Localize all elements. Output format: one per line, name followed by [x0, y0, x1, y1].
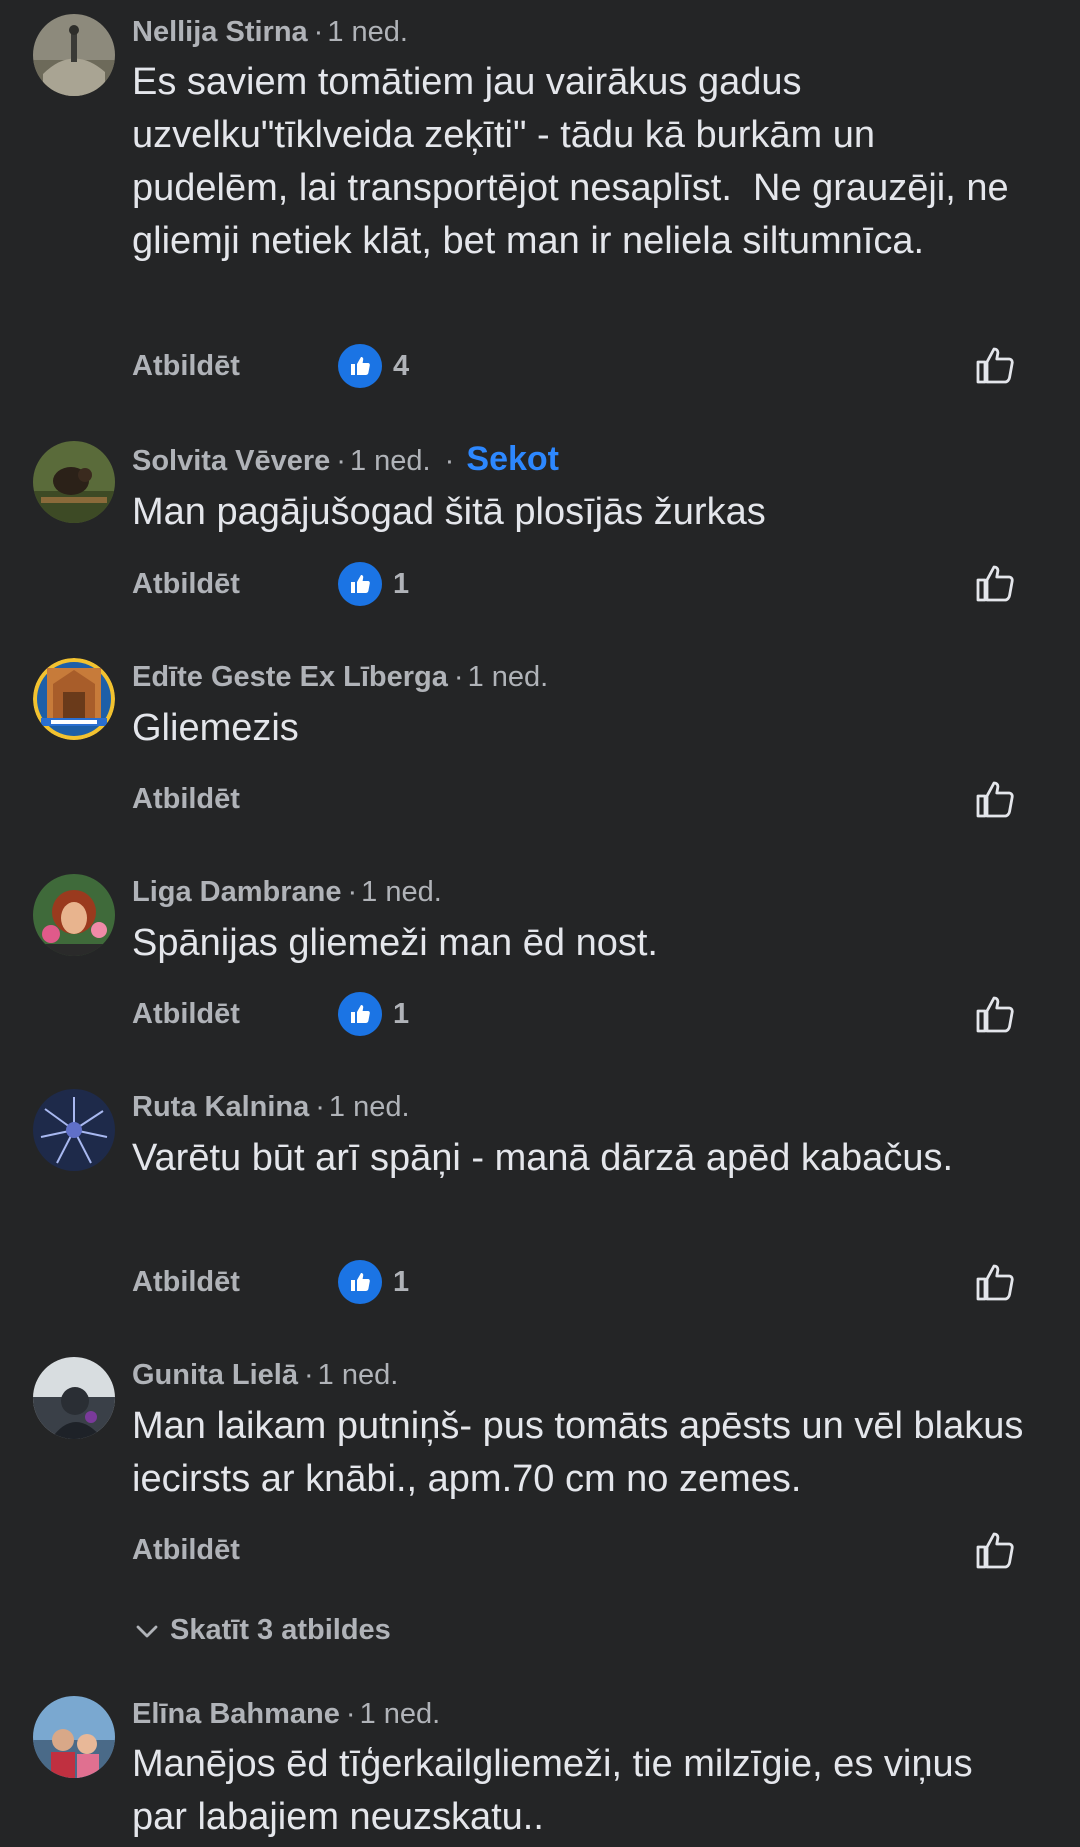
- avatar[interactable]: [33, 441, 115, 523]
- reply-button[interactable]: Atbildēt: [132, 1264, 240, 1300]
- reaction-count: 1: [393, 567, 410, 600]
- comment-text: Es saviem tomātiem jau vairākus gadus uz…: [132, 61, 1020, 262]
- author-name[interactable]: Edīte Geste Ex Līberga: [132, 661, 448, 693]
- separator-dot: ·: [313, 16, 324, 48]
- reply-button[interactable]: Atbildēt: [132, 1532, 240, 1568]
- timestamp[interactable]: 1 ned.: [318, 1359, 399, 1391]
- comment-meta: Nellija Stirna · 1 ned.: [132, 14, 408, 50]
- timestamp[interactable]: 1 ned.: [329, 1091, 410, 1123]
- separator-dot: ·: [345, 1698, 356, 1730]
- comment-meta: Ruta Kalnina · 1 ned.: [132, 1089, 410, 1125]
- thumbs-up-outline-icon[interactable]: [972, 1527, 1018, 1573]
- thumbs-up-outline-icon[interactable]: [972, 776, 1018, 822]
- thumbs-up-outline-icon[interactable]: [972, 991, 1018, 1037]
- reaction-count: 1: [393, 1265, 410, 1298]
- author-name[interactable]: Solvita Vēvere: [132, 445, 330, 477]
- thumbs-up-outline-icon[interactable]: [972, 560, 1018, 606]
- reaction-count: 4: [393, 349, 410, 382]
- comment-text: Varētu būt arī spāņi - manā dārzā apēd k…: [132, 1137, 954, 1179]
- avatar[interactable]: [33, 874, 115, 956]
- comment-meta: Gunita Lielā · 1 ned.: [132, 1357, 398, 1393]
- reaction-summary[interactable]: 1: [338, 562, 409, 606]
- reaction-summary[interactable]: 1: [338, 1260, 409, 1304]
- author-name[interactable]: Liga Dambrane: [132, 876, 342, 908]
- thumbs-up-outline-icon[interactable]: [972, 1259, 1018, 1305]
- chevron-down-icon: [136, 1625, 158, 1637]
- separator-dot: ·: [315, 1091, 325, 1123]
- separator-dot: ·: [453, 661, 464, 693]
- timestamp[interactable]: 1 ned.: [350, 445, 431, 477]
- comment-text: Manējos ēd tīģerkailgliemeži, tie milzīg…: [132, 1743, 984, 1838]
- timestamp[interactable]: 1 ned.: [360, 1698, 441, 1730]
- separator-dot: ·: [436, 445, 463, 477]
- comment-meta: Edīte Geste Ex Līberga · 1 ned.: [132, 659, 548, 695]
- avatar[interactable]: [33, 1089, 115, 1171]
- avatar[interactable]: [33, 658, 115, 740]
- separator-dot: ·: [303, 1359, 314, 1391]
- timestamp[interactable]: 1 ned.: [468, 661, 549, 693]
- reply-button[interactable]: Atbildēt: [132, 781, 240, 817]
- comment-text: Spānijas gliemeži man ēd nost.: [132, 922, 658, 964]
- author-name[interactable]: Elīna Bahmane: [132, 1698, 340, 1730]
- comment-meta: Solvita Vēvere · 1 ned. · Sekot: [132, 441, 559, 479]
- author-name[interactable]: Gunita Lielā: [132, 1359, 298, 1391]
- thumbs-up-outline-icon[interactable]: [972, 342, 1018, 388]
- reaction-count: 1: [393, 997, 410, 1030]
- comment-meta: Elīna Bahmane · 1 ned.: [132, 1696, 440, 1732]
- timestamp[interactable]: 1 ned.: [361, 876, 442, 908]
- reply-button[interactable]: Atbildēt: [132, 996, 240, 1032]
- view-replies-label: Skatīt 3 atbildes: [170, 1614, 391, 1646]
- reply-button[interactable]: Atbildēt: [132, 348, 240, 384]
- comment-text: Man laikam putniņš- pus tomāts apēsts un…: [132, 1405, 1034, 1500]
- thumbs-up-filled-icon: [338, 1260, 382, 1304]
- reply-button[interactable]: Atbildēt: [132, 566, 240, 602]
- reaction-summary[interactable]: 4: [338, 344, 409, 388]
- thumbs-up-filled-icon: [338, 344, 382, 388]
- separator-dot: ·: [336, 445, 346, 477]
- avatar[interactable]: [33, 14, 115, 96]
- author-name[interactable]: Nellija Stirna: [132, 16, 308, 48]
- comment-text: Man pagājušogad šitā plosījās žurkas: [132, 491, 766, 533]
- avatar[interactable]: [33, 1696, 115, 1778]
- separator-dot: ·: [347, 876, 358, 908]
- comment-text: Gliemezis: [132, 707, 299, 749]
- comment-meta: Liga Dambrane · 1 ned.: [132, 874, 442, 910]
- reaction-summary[interactable]: 1: [338, 992, 409, 1036]
- follow-button[interactable]: Sekot: [466, 440, 559, 478]
- avatar[interactable]: [33, 1357, 115, 1439]
- author-name[interactable]: Ruta Kalnina: [132, 1091, 309, 1123]
- view-replies-button[interactable]: Skatīt 3 atbildes: [134, 1614, 391, 1647]
- thumbs-up-filled-icon: [338, 992, 382, 1036]
- thumbs-up-filled-icon: [338, 562, 382, 606]
- timestamp[interactable]: 1 ned.: [327, 16, 408, 48]
